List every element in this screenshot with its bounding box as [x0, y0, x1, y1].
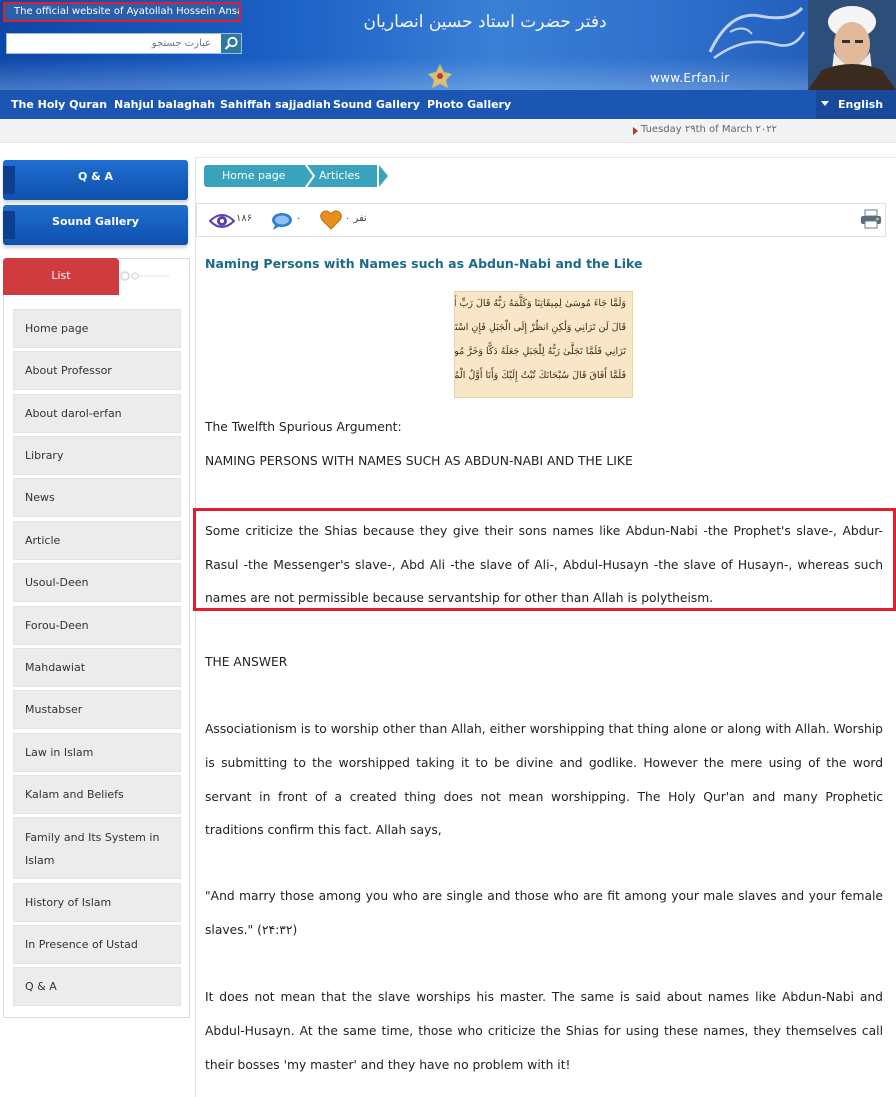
- menu-item-label: News: [25, 491, 55, 504]
- menu-item-label: Kalam and Beliefs: [25, 788, 124, 801]
- sound-gallery-button[interactable]: Sound Gallery: [3, 205, 188, 245]
- main-nav: The Holy Quran Nahjul balaghah Sahiffah …: [0, 90, 896, 119]
- menu-item-about-darol-erfan[interactable]: About darol-erfan: [13, 394, 181, 433]
- breadcrumb-home[interactable]: Home page: [204, 165, 306, 187]
- nav-item-sound-gallery[interactable]: Sound Gallery: [333, 90, 420, 119]
- official-site-label[interactable]: The official website of Ayatollah Hossei…: [3, 2, 241, 22]
- menu-item-law-in-islam[interactable]: Law in Islam: [13, 733, 181, 772]
- menu-item-label: Article: [25, 534, 61, 547]
- ornament-divider-icon: [120, 271, 169, 281]
- menu-item-news[interactable]: News: [13, 478, 181, 517]
- menu-item-history-of-islam[interactable]: History of Islam: [13, 883, 181, 922]
- nav-item-nahjul-balaghah[interactable]: Nahjul balaghah: [114, 90, 215, 119]
- menu-item-label: Mahdawiat: [25, 661, 86, 674]
- menu-item-label: In Presence of Ustad: [25, 938, 138, 951]
- menu-item-label: Q & A: [25, 980, 57, 993]
- paragraph-quote: "And marry those among you who are singl…: [205, 889, 883, 937]
- eye-icon: [209, 214, 235, 228]
- menu-item-qa[interactable]: Q & A: [13, 967, 181, 1006]
- nav-item-sahiffah-sajjadiah[interactable]: Sahiffah sajjadiah: [220, 90, 331, 119]
- breadcrumb-separator-icon: [304, 165, 316, 187]
- menu-item-label: Library: [25, 449, 64, 462]
- paragraph-criticism: Some criticize the Shias because they gi…: [205, 524, 883, 605]
- current-date: Tuesday ۲۹th of March ۲۰۲۲: [641, 124, 778, 135]
- menu-item-mahdawiat[interactable]: Mahdawiat: [13, 648, 181, 687]
- views-count: ۱۸۶: [236, 213, 253, 224]
- quran-verse-image: وَلَمَّا جَاءَ مُوسَىٰ لِمِيقَاتِنَا وَك…: [454, 291, 633, 398]
- comment-icon[interactable]: [271, 212, 293, 230]
- language-label: English: [838, 98, 884, 111]
- portrait-image: [808, 0, 896, 90]
- menu-item-family-and-its-system[interactable]: Family and Its System in Islam: [13, 817, 181, 879]
- paragraph-answer-detail: It does not mean that the slave worships…: [205, 990, 883, 1072]
- likes-count: نفر ۰: [345, 213, 367, 224]
- print-icon[interactable]: [860, 209, 882, 229]
- menu-item-label: Forou-Deen: [25, 619, 89, 632]
- chevron-down-icon: [821, 101, 829, 106]
- verse-line: وَلَمَّا جَاءَ مُوسَىٰ لِمِيقَاتِنَا وَك…: [454, 298, 626, 309]
- qa-button[interactable]: Q & A: [3, 160, 188, 200]
- search-input[interactable]: [7, 34, 219, 53]
- menu-item-label: Family and Its System in Islam: [25, 831, 160, 867]
- menu-item-label: History of Islam: [25, 896, 112, 909]
- menu-item-usoul-deen[interactable]: Usoul-Deen: [13, 563, 181, 602]
- header-ornament-icon: [428, 64, 452, 88]
- menu-item-in-presence-of-ustad[interactable]: In Presence of Ustad: [13, 925, 181, 964]
- nav-item-holy-quran[interactable]: The Holy Quran: [11, 90, 107, 119]
- search-box: [6, 33, 242, 54]
- comments-count: ۰: [296, 213, 302, 224]
- article-subtitle: NAMING PERSONS WITH NAMES SUCH AS ABDUN-…: [205, 454, 633, 468]
- answer-heading: THE ANSWER: [205, 655, 288, 669]
- menu-item-mustabser[interactable]: Mustabser: [13, 690, 181, 729]
- search-button[interactable]: [220, 34, 241, 53]
- menu-item-forou-deen[interactable]: Forou-Deen: [13, 606, 181, 645]
- list-tab[interactable]: List: [3, 258, 119, 295]
- site-url: www.Erfan.ir: [650, 71, 730, 85]
- menu-item-label: About Professor: [25, 364, 112, 377]
- date-arrow-icon: [633, 127, 638, 135]
- search-icon: [224, 36, 238, 50]
- qa-button-label: Q & A: [77, 170, 114, 183]
- verse-line: فَلَمَّا أَفَاقَ قَالَ سُبْحَانَكَ تُبْت…: [454, 370, 626, 381]
- paragraph-associationism: Associationism is to worship other than …: [205, 722, 883, 838]
- language-selector[interactable]: English: [816, 90, 896, 119]
- article-title: Naming Persons with Names such as Abdun-…: [205, 256, 643, 271]
- verse-line: تَرَانِي فَلَمَّا تَجَلَّىٰ رَبُّهُ لِلْ…: [454, 346, 626, 357]
- menu-item-label: Usoul-Deen: [25, 576, 89, 589]
- menu-item-label: Home page: [25, 322, 89, 335]
- menu-item-library[interactable]: Library: [13, 436, 181, 475]
- header-calligraphy: دفتر حضرت استاد حسین انصاریان: [363, 12, 607, 32]
- nav-item-photo-gallery[interactable]: Photo Gallery: [427, 90, 511, 119]
- menu-item-article[interactable]: Article: [13, 521, 181, 560]
- heart-icon[interactable]: [320, 210, 342, 230]
- sound-gallery-button-label: Sound Gallery: [52, 215, 139, 228]
- menu-item-kalam-and-beliefs[interactable]: Kalam and Beliefs: [13, 775, 181, 814]
- menu-item-label: Mustabser: [25, 703, 83, 716]
- breadcrumb-end-arrow-icon: [374, 165, 388, 187]
- menu-item-label: Law in Islam: [25, 746, 94, 759]
- intro-line: The Twelfth Spurious Argument:: [205, 420, 402, 434]
- menu-item-about-professor[interactable]: About Professor: [13, 351, 181, 390]
- breadcrumb-articles[interactable]: Articles: [316, 165, 374, 187]
- menu-item-home-page[interactable]: Home page: [13, 309, 181, 348]
- menu-item-label: About darol-erfan: [25, 407, 122, 420]
- header-seal-calligraphy: [700, 2, 810, 66]
- site-header: The official website of Ayatollah Hossei…: [0, 0, 896, 90]
- verse-line: قَالَ لَن تَرَانِي وَلَٰكِنِ انظُرْ إِلَ…: [454, 322, 626, 333]
